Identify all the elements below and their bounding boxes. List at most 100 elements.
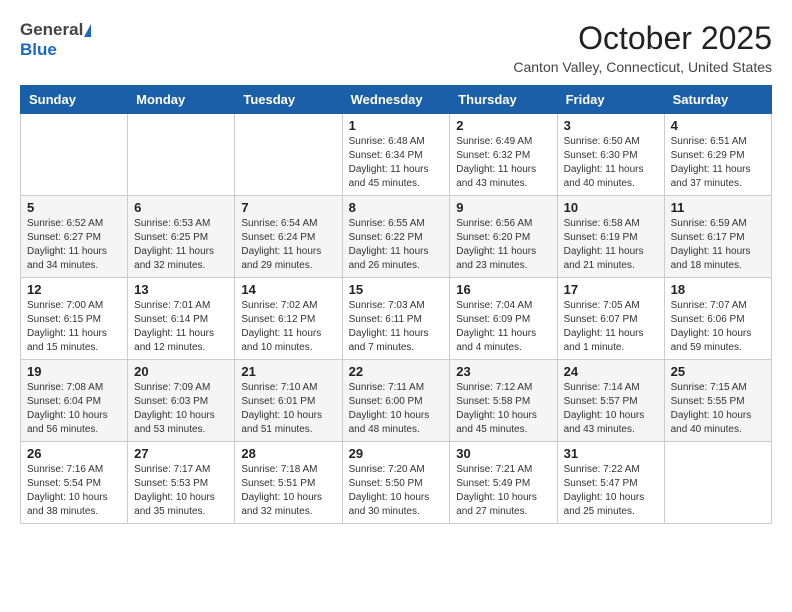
table-row: 3 Sunrise: 6:50 AM Sunset: 6:30 PM Daylig…	[557, 114, 664, 196]
table-row: 18 Sunrise: 7:07 AM Sunset: 6:06 PM Dayli…	[664, 278, 771, 360]
calendar-week-0: 1 Sunrise: 6:48 AM Sunset: 6:34 PM Daylig…	[21, 114, 772, 196]
table-row: 11 Sunrise: 6:59 AM Sunset: 6:17 PM Dayli…	[664, 196, 771, 278]
logo-triangle-icon	[84, 24, 91, 37]
table-row: 10Sunrise: 6:58 AM Sunset: 6:19 PM Dayli…	[557, 196, 664, 278]
table-row: 9Sunrise: 6:56 AM Sunset: 6:20 PM Daylig…	[450, 196, 557, 278]
day-info: Sunrise: 7:09 AM Sunset: 6:03 PM Dayligh…	[134, 381, 228, 437]
day-info: Sunrise: 6:50 AM Sunset: 6:30 PM Dayligh…	[564, 135, 658, 191]
table-row: 8Sunrise: 6:55 AM Sunset: 6:22 PM Daylig…	[342, 196, 450, 278]
day-info: Sunrise: 7:00 AM Sunset: 6:15 PM Dayligh…	[27, 299, 121, 355]
day-info: Sunrise: 7:22 AM Sunset: 5:47 PM Dayligh…	[564, 463, 658, 519]
table-row: 25Sunrise: 7:15 AM Sunset: 5:55 PM Dayli…	[664, 360, 771, 442]
table-row: 19 Sunrise: 7:08 AM Sunset: 6:04 PM Dayli…	[21, 360, 128, 442]
table-row: 16 Sunrise: 7:04 AM Sunset: 6:09 PM Dayli…	[450, 278, 557, 360]
day-number: 22	[349, 364, 444, 379]
day-number: 14	[241, 282, 335, 297]
day-info: Sunrise: 7:12 AM Sunset: 5:58 PM Dayligh…	[456, 381, 550, 437]
table-row: 12 Sunrise: 7:00 AM Sunset: 6:15 PM Dayli…	[21, 278, 128, 360]
table-row: 6Sunrise: 6:53 AM Sunset: 6:25 PM Daylig…	[128, 196, 235, 278]
day-number: 3	[564, 118, 658, 133]
table-row: 13Sunrise: 7:01 AM Sunset: 6:14 PM Dayli…	[128, 278, 235, 360]
table-row: 7Sunrise: 6:54 AM Sunset: 6:24 PM Daylig…	[235, 196, 342, 278]
day-info: Sunrise: 7:11 AM Sunset: 6:00 PM Dayligh…	[349, 381, 444, 437]
day-info: Sunrise: 7:07 AM Sunset: 6:06 PM Dayligh…	[671, 299, 765, 355]
table-row	[664, 442, 771, 524]
day-info: Sunrise: 7:04 AM Sunset: 6:09 PM Dayligh…	[456, 299, 550, 355]
day-number: 15	[349, 282, 444, 297]
day-info: Sunrise: 6:48 AM Sunset: 6:34 PM Dayligh…	[349, 135, 444, 191]
calendar-week-3: 19 Sunrise: 7:08 AM Sunset: 6:04 PM Dayli…	[21, 360, 772, 442]
table-row: 24 Sunrise: 7:14 AM Sunset: 5:57 PM Dayli…	[557, 360, 664, 442]
day-info: Sunrise: 6:53 AM Sunset: 6:25 PM Dayligh…	[134, 217, 228, 273]
day-info: Sunrise: 7:21 AM Sunset: 5:49 PM Dayligh…	[456, 463, 550, 519]
day-info: Sunrise: 7:10 AM Sunset: 6:01 PM Dayligh…	[241, 381, 335, 437]
table-row: 23 Sunrise: 7:12 AM Sunset: 5:58 PM Dayli…	[450, 360, 557, 442]
table-row: 15Sunrise: 7:03 AM Sunset: 6:11 PM Dayli…	[342, 278, 450, 360]
day-number: 12	[27, 282, 121, 297]
table-row: 14Sunrise: 7:02 AM Sunset: 6:12 PM Dayli…	[235, 278, 342, 360]
day-number: 2	[456, 118, 550, 133]
table-row: 20Sunrise: 7:09 AM Sunset: 6:03 PM Dayli…	[128, 360, 235, 442]
header: General Blue October 2025 Canton Valley,…	[20, 20, 772, 75]
table-row: 26 Sunrise: 7:16 AM Sunset: 5:54 PM Dayli…	[21, 442, 128, 524]
day-number: 4	[671, 118, 765, 133]
table-row: 22 Sunrise: 7:11 AM Sunset: 6:00 PM Dayli…	[342, 360, 450, 442]
month-title: October 2025	[513, 20, 772, 57]
day-number: 29	[349, 446, 444, 461]
weekday-header-row: Sunday Monday Tuesday Wednesday Thursday…	[21, 86, 772, 114]
title-area: October 2025 Canton Valley, Connecticut,…	[513, 20, 772, 75]
day-info: Sunrise: 6:59 AM Sunset: 6:17 PM Dayligh…	[671, 217, 765, 273]
day-info: Sunrise: 6:49 AM Sunset: 6:32 PM Dayligh…	[456, 135, 550, 191]
day-number: 13	[134, 282, 228, 297]
location-title: Canton Valley, Connecticut, United State…	[513, 59, 772, 75]
day-number: 26	[27, 446, 121, 461]
day-info: Sunrise: 6:55 AM Sunset: 6:22 PM Dayligh…	[349, 217, 444, 273]
table-row	[235, 114, 342, 196]
day-info: Sunrise: 6:51 AM Sunset: 6:29 PM Dayligh…	[671, 135, 765, 191]
day-number: 19	[27, 364, 121, 379]
header-tuesday: Tuesday	[235, 86, 342, 114]
day-number: 16	[456, 282, 550, 297]
calendar-week-2: 12 Sunrise: 7:00 AM Sunset: 6:15 PM Dayli…	[21, 278, 772, 360]
table-row: 27 Sunrise: 7:17 AM Sunset: 5:53 PM Dayli…	[128, 442, 235, 524]
table-row: 21Sunrise: 7:10 AM Sunset: 6:01 PM Dayli…	[235, 360, 342, 442]
calendar: Sunday Monday Tuesday Wednesday Thursday…	[20, 85, 772, 524]
day-number: 31	[564, 446, 658, 461]
day-number: 18	[671, 282, 765, 297]
day-number: 27	[134, 446, 228, 461]
day-number: 7	[241, 200, 335, 215]
table-row: 4 Sunrise: 6:51 AM Sunset: 6:29 PM Daylig…	[664, 114, 771, 196]
day-number: 17	[564, 282, 658, 297]
day-number: 23	[456, 364, 550, 379]
table-row: 28 Sunrise: 7:18 AM Sunset: 5:51 PM Dayli…	[235, 442, 342, 524]
table-row: 2 Sunrise: 6:49 AM Sunset: 6:32 PM Daylig…	[450, 114, 557, 196]
day-number: 30	[456, 446, 550, 461]
logo: General Blue	[20, 20, 91, 60]
day-info: Sunrise: 6:52 AM Sunset: 6:27 PM Dayligh…	[27, 217, 121, 273]
logo-blue: Blue	[20, 40, 57, 59]
day-number: 28	[241, 446, 335, 461]
day-info: Sunrise: 6:56 AM Sunset: 6:20 PM Dayligh…	[456, 217, 550, 273]
table-row: 31 Sunrise: 7:22 AM Sunset: 5:47 PM Dayli…	[557, 442, 664, 524]
day-info: Sunrise: 7:20 AM Sunset: 5:50 PM Dayligh…	[349, 463, 444, 519]
day-number: 10	[564, 200, 658, 215]
day-info: Sunrise: 7:15 AM Sunset: 5:55 PM Dayligh…	[671, 381, 765, 437]
header-thursday: Thursday	[450, 86, 557, 114]
calendar-week-1: 5 Sunrise: 6:52 AM Sunset: 6:27 PM Daylig…	[21, 196, 772, 278]
calendar-week-4: 26 Sunrise: 7:16 AM Sunset: 5:54 PM Dayli…	[21, 442, 772, 524]
header-friday: Friday	[557, 86, 664, 114]
table-row: 1 Sunrise: 6:48 AM Sunset: 6:34 PM Daylig…	[342, 114, 450, 196]
day-number: 11	[671, 200, 765, 215]
day-number: 5	[27, 200, 121, 215]
day-number: 24	[564, 364, 658, 379]
day-info: Sunrise: 7:16 AM Sunset: 5:54 PM Dayligh…	[27, 463, 121, 519]
table-row: 30 Sunrise: 7:21 AM Sunset: 5:49 PM Dayli…	[450, 442, 557, 524]
day-info: Sunrise: 7:17 AM Sunset: 5:53 PM Dayligh…	[134, 463, 228, 519]
day-info: Sunrise: 7:08 AM Sunset: 6:04 PM Dayligh…	[27, 381, 121, 437]
header-wednesday: Wednesday	[342, 86, 450, 114]
day-info: Sunrise: 7:14 AM Sunset: 5:57 PM Dayligh…	[564, 381, 658, 437]
table-row: 29 Sunrise: 7:20 AM Sunset: 5:50 PM Dayli…	[342, 442, 450, 524]
day-info: Sunrise: 7:18 AM Sunset: 5:51 PM Dayligh…	[241, 463, 335, 519]
day-number: 1	[349, 118, 444, 133]
day-info: Sunrise: 7:05 AM Sunset: 6:07 PM Dayligh…	[564, 299, 658, 355]
